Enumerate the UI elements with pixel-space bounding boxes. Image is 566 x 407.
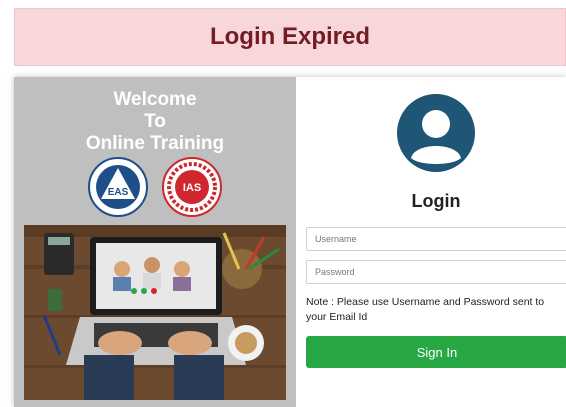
password-input[interactable]: [306, 260, 566, 284]
welcome-line-3: Online Training: [85, 133, 225, 154]
ias-logo-text: IAS: [183, 182, 201, 194]
username-input[interactable]: [306, 227, 566, 251]
welcome-line-2: To: [144, 111, 166, 132]
user-avatar-icon: [397, 94, 475, 172]
login-card: Welcome To Online Training EAS IAS Login…: [14, 77, 566, 407]
training-laptop-photo: [24, 225, 286, 400]
eas-logo-text: EAS: [108, 187, 129, 198]
sign-in-button[interactable]: Sign In: [306, 336, 566, 368]
eas-logo: EAS: [88, 157, 148, 217]
welcome-line-1: Welcome: [113, 89, 197, 110]
ias-logo: IAS: [162, 157, 222, 217]
login-form-panel: Login Note : Please use Username and Pas…: [296, 77, 566, 407]
login-heading: Login: [411, 191, 461, 211]
login-note: Note : Please use Username and Password …: [306, 296, 545, 323]
alert-message: Login Expired: [209, 23, 370, 50]
welcome-panel: Welcome To Online Training EAS IAS: [14, 77, 296, 407]
login-expired-alert: Login Expired: [14, 8, 566, 66]
welcome-heading: Welcome To Online Training: [14, 89, 296, 155]
logos-row: EAS IAS: [14, 157, 296, 217]
